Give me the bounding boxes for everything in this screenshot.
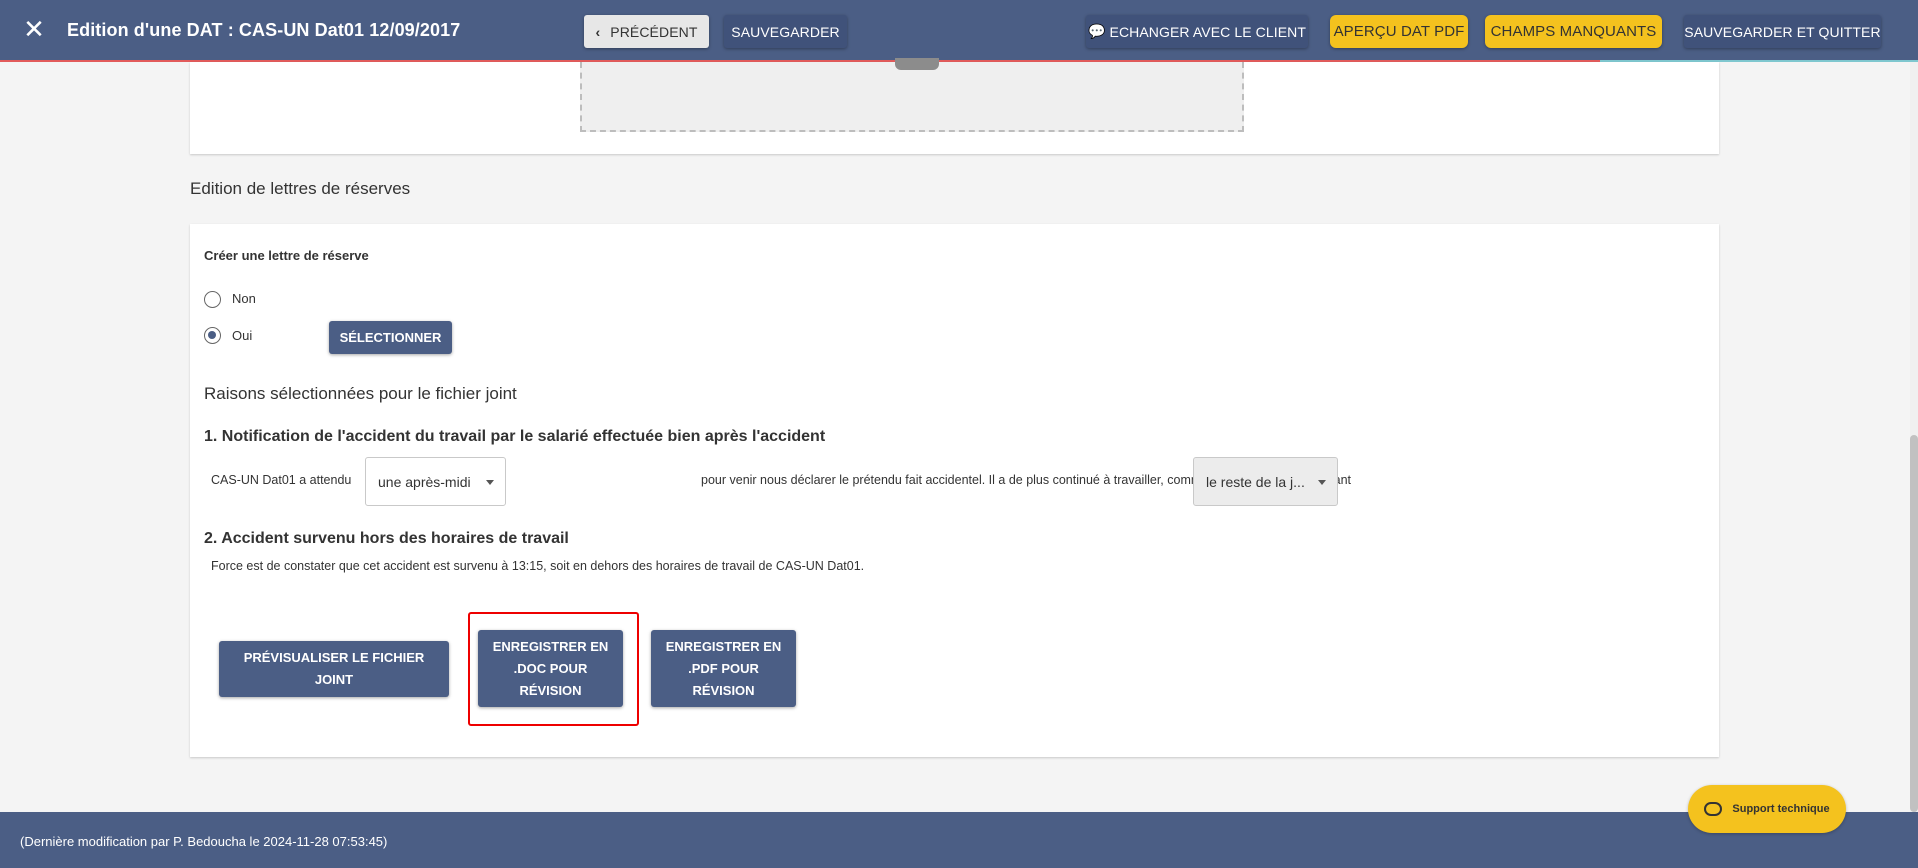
file-dropzone[interactable] [580, 58, 1244, 132]
save-pdf-button[interactable]: ENREGISTRER EN .PDF POUR RÉVISION [651, 630, 796, 707]
chat-icon: 💬 [1087, 23, 1106, 39]
support-label: Support technique [1732, 803, 1830, 815]
chevron-down-icon [1318, 480, 1326, 485]
duration-select[interactable]: une après-midi [365, 457, 506, 506]
select-button[interactable]: SÉLECTIONNER [329, 321, 452, 354]
chevron-left-icon: ‹ [595, 23, 601, 40]
reasons-title: Raisons sélectionnées pour le fichier jo… [204, 384, 517, 403]
save-and-quit-button[interactable]: SAUVEGARDER ET QUITTER [1684, 15, 1881, 48]
chat-with-client-button[interactable]: 💬 ECHANGER AVEC LE CLIENT [1086, 15, 1308, 48]
section-title: Edition de lettres de réserves [190, 179, 411, 198]
page-title: Edition d'une DAT : CAS-UN Dat01 12/09/2… [67, 20, 461, 40]
radio-non-label: Non [232, 291, 256, 306]
footer: (Dernière modification par P. Bedoucha l… [0, 812, 1918, 868]
reason-2-text: Force est de constater que cet accident … [211, 559, 865, 573]
duration-select-value: une après-midi [378, 473, 471, 490]
dropzone-handle [895, 58, 939, 70]
scrollbar-thumb[interactable] [1910, 435, 1918, 812]
continued-work-select-value: le reste de la j... [1206, 473, 1305, 490]
attachment-card [190, 58, 1719, 154]
radio-oui-label: Oui [232, 328, 253, 343]
close-icon[interactable]: ✕ [22, 16, 46, 42]
reason-2-title: 2. Accident survenu hors des horaires de… [204, 530, 569, 547]
chat-with-client-label: ECHANGER AVEC LE CLIENT [1109, 23, 1307, 40]
reserve-letter-card: Créer une lettre de réserve Non Oui SÉLE… [190, 224, 1719, 757]
previous-button[interactable]: ‹ PRÉCÉDENT [584, 15, 709, 48]
create-letter-label: Créer une lettre de réserve [204, 248, 369, 263]
continued-work-select[interactable]: le reste de la j... [1193, 457, 1338, 506]
preview-attachment-button[interactable]: PRÉVISUALISER LE FICHIER JOINT [219, 641, 449, 697]
reason-1-text-before: CAS-UN Dat01 a attendu [211, 473, 352, 487]
radio-oui[interactable] [204, 327, 221, 344]
missing-fields-button[interactable]: CHAMPS MANQUANTS [1485, 15, 1662, 48]
last-modified-text: (Dernière modification par P. Bedoucha l… [20, 834, 388, 849]
save-button[interactable]: SAUVEGARDER [724, 15, 847, 48]
reason-1-title: 1. Notification de l'accident du travail… [204, 428, 826, 445]
preview-pdf-button[interactable]: APERÇU DAT PDF [1330, 15, 1468, 48]
chat-bubble-icon [1704, 802, 1723, 816]
support-button[interactable]: Support technique [1688, 785, 1846, 833]
chevron-down-icon [486, 480, 494, 485]
radio-non[interactable] [204, 291, 221, 308]
previous-button-label: PRÉCÉDENT [610, 23, 698, 40]
highlight-box [468, 612, 639, 726]
top-bar: ✕ Edition d'une DAT : CAS-UN Dat01 12/09… [0, 0, 1918, 62]
